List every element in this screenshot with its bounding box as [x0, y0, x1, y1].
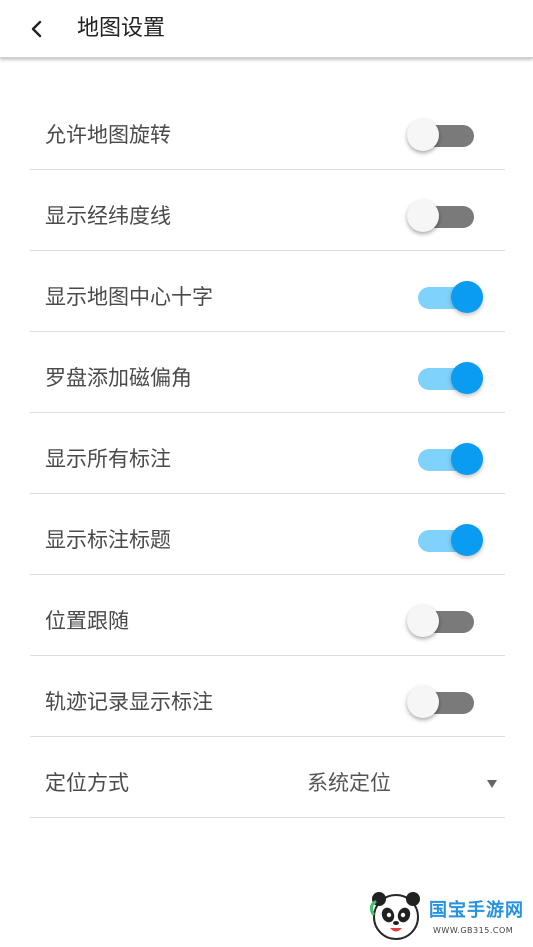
- app-bar: 地图设置: [0, 0, 533, 58]
- back-button[interactable]: [20, 12, 54, 46]
- setting-label: 定位方式: [45, 771, 129, 795]
- toggle-show-graticule[interactable]: [407, 200, 475, 232]
- setting-label: 显示标注标题: [45, 528, 171, 552]
- toggle-track-show-markers[interactable]: [407, 686, 475, 718]
- toggle-thumb: [451, 524, 483, 556]
- toggle-show-all-markers[interactable]: [411, 443, 483, 475]
- toggle-follow-location[interactable]: [407, 605, 475, 637]
- toggle-show-center-cross[interactable]: [411, 281, 483, 313]
- toggle-allow-rotation[interactable]: [407, 119, 475, 151]
- watermark: 国宝手游网 WWW.GB315.COM: [355, 882, 533, 947]
- dropdown-arrow-icon[interactable]: [487, 780, 497, 788]
- toggle-thumb: [407, 119, 439, 151]
- toggle-compass-declination[interactable]: [411, 362, 483, 394]
- setting-row-show-graticule: 显示经纬度线: [30, 170, 505, 251]
- setting-label: 轨迹记录显示标注: [45, 690, 213, 714]
- settings-list: 允许地图旋转 显示经纬度线 显示地图中心十字 罗盘添加磁偏角 显示所有标注 显示…: [30, 89, 505, 818]
- toggle-thumb: [451, 362, 483, 394]
- watermark-url: WWW.GB315.COM: [433, 926, 514, 935]
- panda-logo-icon: [369, 892, 420, 940]
- toggle-thumb: [407, 686, 439, 718]
- setting-label: 允许地图旋转: [45, 123, 171, 147]
- back-arrow-icon: [31, 20, 42, 38]
- watermark-brand: 国宝手游网: [429, 900, 524, 921]
- setting-row-track-show-markers: 轨迹记录显示标注: [30, 656, 505, 737]
- setting-label: 显示地图中心十字: [45, 285, 213, 309]
- toggle-show-marker-titles[interactable]: [411, 524, 483, 556]
- setting-row-compass-declination: 罗盘添加磁偏角: [30, 332, 505, 413]
- toggle-thumb: [407, 200, 439, 232]
- setting-row-follow-location: 位置跟随: [30, 575, 505, 656]
- toggle-thumb: [451, 281, 483, 313]
- setting-label: 显示所有标注: [45, 447, 171, 471]
- setting-label: 罗盘添加磁偏角: [45, 366, 192, 390]
- page-title: 地图设置: [77, 16, 166, 41]
- toggle-thumb: [451, 443, 483, 475]
- setting-label: 位置跟随: [45, 609, 129, 633]
- setting-label: 显示经纬度线: [45, 204, 171, 228]
- setting-row-show-marker-titles: 显示标注标题: [30, 494, 505, 575]
- positioning-mode-select[interactable]: 系统定位: [307, 737, 391, 817]
- setting-row-show-center-cross: 显示地图中心十字: [30, 251, 505, 332]
- toggle-thumb: [407, 605, 439, 637]
- setting-row-allow-rotation: 允许地图旋转: [30, 89, 505, 170]
- setting-row-positioning-mode: 定位方式 系统定位: [30, 737, 505, 818]
- map-settings-page: 地图设置 允许地图旋转 显示经纬度线 显示地图中心十字 罗盘添加磁偏角 显示所有…: [0, 0, 533, 947]
- setting-row-show-all-markers: 显示所有标注: [30, 413, 505, 494]
